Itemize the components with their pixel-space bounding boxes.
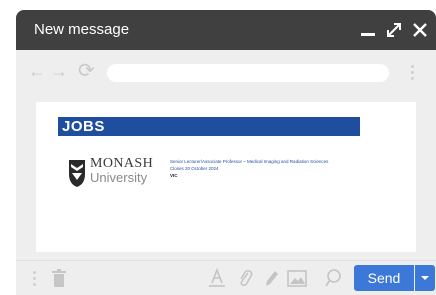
more-vertical-icon[interactable] xyxy=(410,64,416,82)
more-options-icon[interactable] xyxy=(32,270,38,288)
send-options-dropdown[interactable] xyxy=(415,265,435,291)
job-details: Senior Lecturer/Associate Professor – Me… xyxy=(170,159,380,179)
job-location: VIC xyxy=(170,173,178,178)
crest-icon xyxy=(68,158,86,188)
job-closing-date: Closes 20 October 2024 xyxy=(170,166,219,171)
location-pin-icon[interactable] xyxy=(322,267,344,289)
compose-titlebar: New message xyxy=(16,10,436,50)
job-title: Senior Lecturer/Associate Professor – Me… xyxy=(170,159,329,164)
window-title: New message xyxy=(34,21,130,38)
address-bar[interactable] xyxy=(107,64,389,82)
browser-toolbar: ← → ⟳ xyxy=(16,50,436,94)
jobs-heading: JOBS xyxy=(62,118,105,135)
back-arrow-icon[interactable]: ← xyxy=(28,61,46,81)
minimize-icon[interactable] xyxy=(358,20,378,40)
close-icon[interactable] xyxy=(410,20,430,40)
trash-icon[interactable] xyxy=(52,269,66,287)
monash-logo: MONASH University xyxy=(68,156,168,196)
expand-icon[interactable] xyxy=(384,20,404,40)
text-format-icon[interactable] xyxy=(206,267,228,289)
pen-icon[interactable] xyxy=(260,267,282,289)
reload-icon[interactable]: ⟳ xyxy=(78,61,95,81)
logo-subtitle: University xyxy=(90,170,148,185)
message-body[interactable]: JOBS MONASH University Senior Lecturer/A… xyxy=(16,94,436,260)
compose-toolbar: Send xyxy=(16,260,436,295)
jobs-banner: JOBS xyxy=(58,117,360,136)
attachment-icon[interactable] xyxy=(234,267,256,289)
compose-window: New message ← → ⟳ JOBS MONASH University… xyxy=(16,10,436,295)
image-icon[interactable] xyxy=(286,267,308,289)
forward-arrow-icon[interactable]: → xyxy=(50,61,68,81)
send-button[interactable]: Send xyxy=(354,265,414,291)
